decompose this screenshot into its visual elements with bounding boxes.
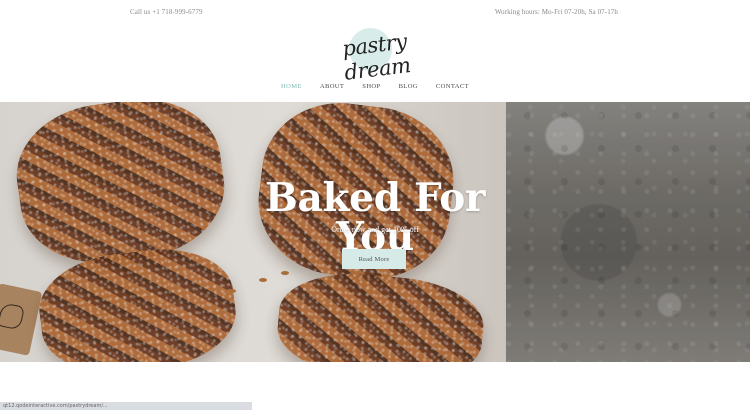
hero-title: Baked For You (264, 175, 486, 260)
logo-text: pastry dream (340, 29, 412, 85)
site-logo[interactable]: pastry dream (322, 24, 430, 85)
read-more-button[interactable]: Read More (342, 249, 406, 269)
nav-item-blog[interactable]: BLOG (399, 83, 418, 95)
phone-number[interactable]: Call us +1 718-999-6779 (130, 8, 203, 16)
main-navigation: HOME ABOUT SHOP BLOG CONTACT (0, 83, 750, 95)
working-hours: Working hours: Mo-Fri 07-20h, Sa 07-17h (494, 8, 618, 16)
hero-offer-text: Order now and get 10% off (331, 225, 419, 234)
nav-item-shop[interactable]: SHOP (362, 83, 380, 95)
nav-item-home[interactable]: HOME (281, 83, 302, 95)
top-info-bar: Call us +1 718-999-6779 Working hours: M… (0, 0, 750, 26)
nav-item-contact[interactable]: CONTACT (436, 83, 469, 95)
hero-section: Baked For You Order now and get 10% off … (0, 102, 750, 362)
browser-status-url: qt12.qodeinteractive.com/pastrydream/... (0, 402, 252, 410)
nav-item-about[interactable]: ABOUT (320, 83, 344, 95)
